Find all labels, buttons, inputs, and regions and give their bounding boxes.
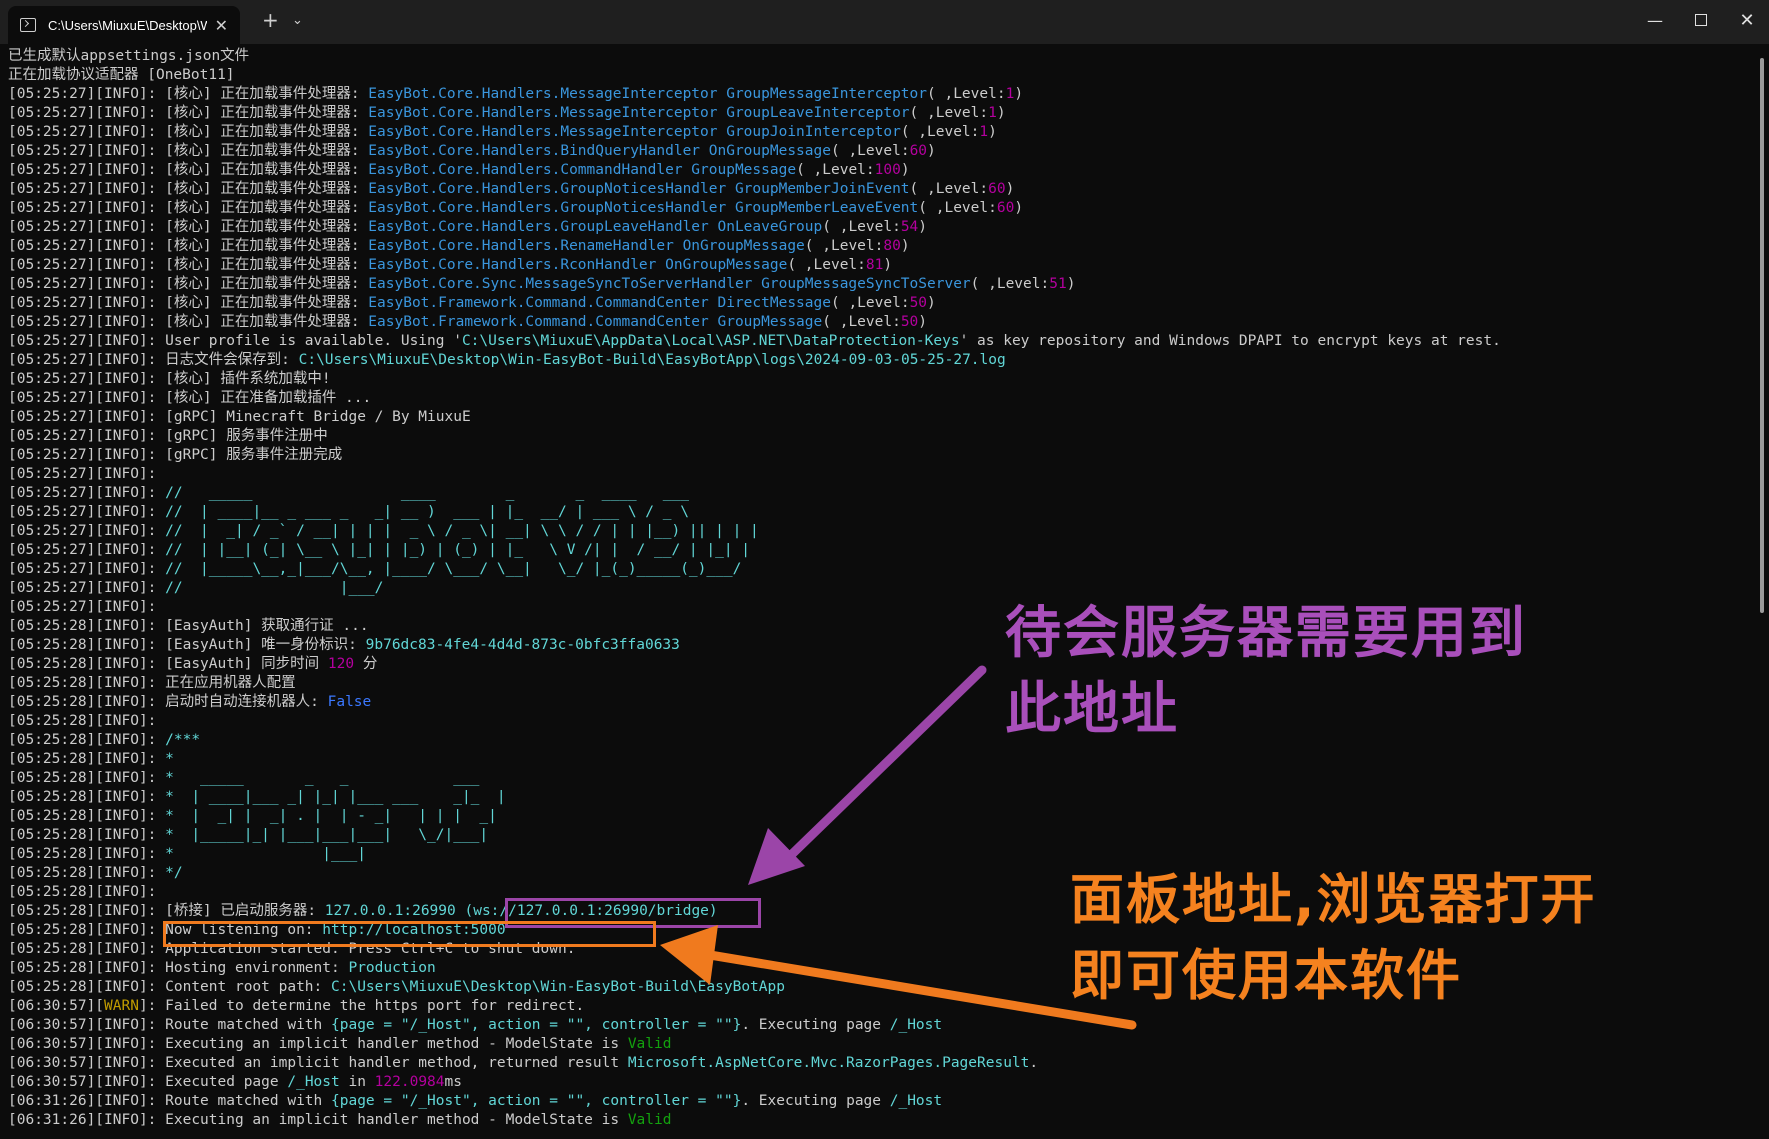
annotation-purple-line2: 此地址 xyxy=(1005,677,1179,742)
orange-arrow-shaft xyxy=(705,950,1137,1030)
orange-arrow-head xyxy=(660,925,718,985)
annotation-orange-text: 面板地址,浏览器打开 即可使用本软件 xyxy=(1070,862,1597,1014)
annotation-orange-line2: 即可使用本软件 xyxy=(1070,944,1462,1007)
purple-arrow-head xyxy=(748,828,805,885)
annotation-purple-text: 待会服务器需要用到 此地址 xyxy=(1005,596,1527,748)
annotation-orange-line1: 面板地址,浏览器打开 xyxy=(1070,868,1597,931)
annotation-purple-line1: 待会服务器需要用到 xyxy=(1005,601,1527,666)
purple-arrow-shaft xyxy=(783,665,987,863)
